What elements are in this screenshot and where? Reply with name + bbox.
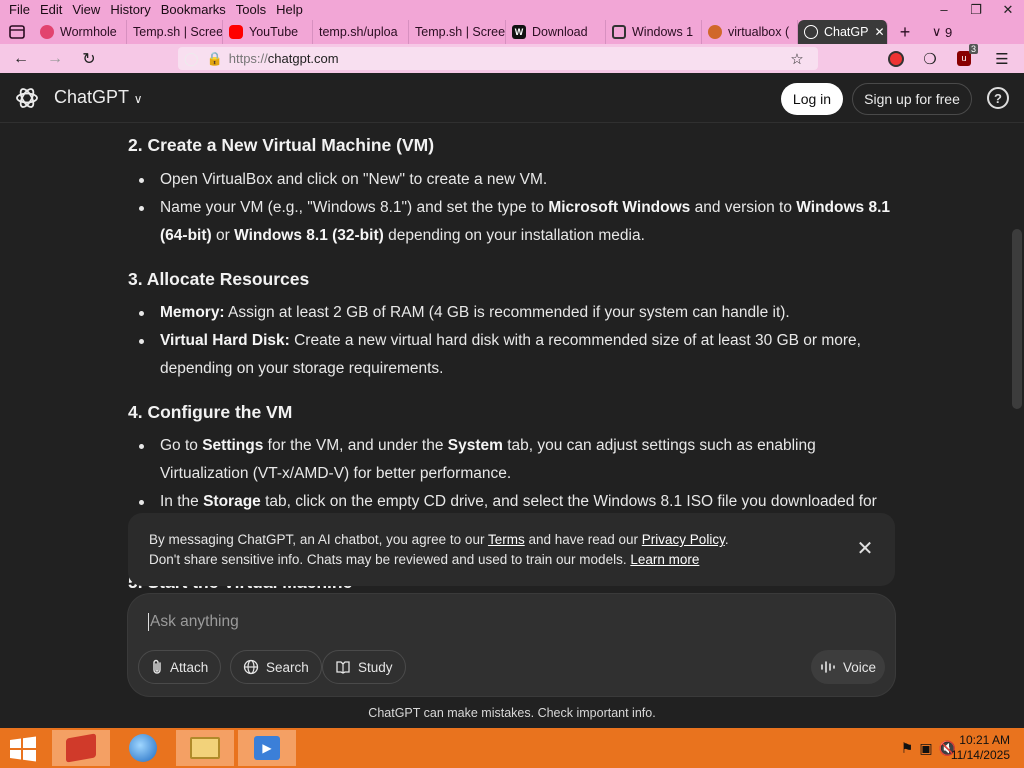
clock[interactable]: 10:21 AM 11/14/2025	[951, 733, 1010, 763]
login-button[interactable]: Log in	[781, 83, 843, 115]
minimize-icon[interactable]: –	[928, 0, 960, 20]
menu-view[interactable]: View	[67, 0, 105, 20]
menu-help[interactable]: Help	[271, 0, 308, 20]
taskbar-app-red[interactable]	[52, 730, 110, 766]
extensions-icon[interactable]: ❍	[914, 44, 946, 73]
new-tab-icon[interactable]: +	[888, 20, 922, 44]
url-text: https://chatgpt.com	[228, 51, 339, 66]
back-icon[interactable]: ←	[4, 44, 38, 73]
network-icon[interactable]: ▣	[919, 740, 932, 757]
close-window-icon[interactable]: ✕	[992, 0, 1024, 20]
tab-list-button[interactable]: ∨ 9	[922, 20, 962, 44]
tab-chatgpt[interactable]: ChatGP ✕	[798, 20, 888, 44]
timer-extension-icon[interactable]	[880, 44, 912, 73]
menu-file[interactable]: File	[4, 0, 35, 20]
attach-button[interactable]: Attach	[138, 650, 222, 684]
tab-tempsh-2[interactable]: Temp.sh | Scree	[409, 20, 506, 44]
chevron-down-icon: ∨	[133, 92, 143, 106]
close-tab-icon[interactable]: ✕	[874, 25, 884, 39]
globe-icon	[243, 659, 259, 675]
openai-logo-icon[interactable]	[14, 85, 40, 111]
menu-edit[interactable]: Edit	[35, 0, 67, 20]
hamburger-menu-icon[interactable]: ☰	[986, 44, 1018, 73]
close-icon[interactable]: ✕	[855, 539, 875, 559]
help-icon[interactable]: ?	[987, 87, 1009, 109]
terms-link[interactable]: Terms	[488, 532, 525, 547]
app-red-icon	[66, 733, 96, 763]
folder-icon	[190, 737, 220, 759]
paperclip-icon	[153, 659, 161, 674]
chatgpt-favicon-icon	[804, 25, 818, 39]
taskbar-media-player[interactable]: ▶	[238, 730, 296, 766]
section-heading: 4. Configure the VM	[128, 402, 293, 422]
lock-icon[interactable]: 🔒	[207, 51, 223, 67]
download-favicon-icon: W	[512, 25, 526, 39]
signup-button[interactable]: Sign up for free	[852, 83, 972, 115]
voice-button[interactable]: Voice	[811, 650, 885, 684]
tab-virtualbox[interactable]: virtualbox (	[702, 20, 798, 44]
tab-bar: Wormhole Temp.sh | Scree YouTube temp.sh…	[0, 20, 1024, 44]
taskbar-app-browser[interactable]	[114, 730, 172, 766]
section-heading: 3. Allocate Resources	[128, 269, 310, 289]
tab-windows[interactable]: Windows 1	[606, 20, 702, 44]
shield-icon[interactable]: ◯	[184, 51, 199, 67]
consent-text: By messaging ChatGPT, an AI chatbot, you…	[149, 532, 729, 567]
study-button[interactable]: Study	[322, 650, 406, 684]
virtualbox-favicon-icon	[708, 25, 722, 39]
url-bar[interactable]: ◯ 🔒 https://chatgpt.com	[178, 47, 818, 70]
taskbar-file-explorer[interactable]	[176, 730, 234, 766]
system-tray: ⚑ ▣ 🔇	[901, 740, 956, 757]
consent-banner: By messaging ChatGPT, an AI chatbot, you…	[128, 513, 895, 586]
prompt-input[interactable]: Ask anything	[148, 613, 239, 631]
menubar: File Edit View History Bookmarks Tools H…	[0, 0, 1024, 20]
chevron-down-icon: ∨	[931, 24, 942, 39]
menu-bookmarks[interactable]: Bookmarks	[156, 0, 231, 20]
disclaimer-text: ChatGPT can make mistakes. Check importa…	[368, 706, 656, 720]
media-player-icon: ▶	[254, 736, 280, 760]
list-item: Open VirtualBox and click on "New" to cr…	[139, 166, 908, 194]
menu-history[interactable]: History	[105, 0, 155, 20]
app-globe-icon	[129, 734, 157, 762]
youtube-favicon-icon	[229, 25, 243, 39]
list-item: In the Storage tab, click on the empty C…	[139, 488, 908, 516]
tab-tempsh-upload[interactable]: temp.sh/uploa	[313, 20, 409, 44]
chatgpt-header: ChatGPT ∨ Log in Sign up for free ?	[0, 73, 1024, 123]
tab-overview-icon[interactable]	[0, 20, 34, 44]
book-icon	[336, 661, 350, 674]
section-heading: 2. Create a New Virtual Machine (VM)	[128, 135, 435, 155]
tab-wormhole[interactable]: Wormhole	[34, 20, 127, 44]
tab-download[interactable]: W Download	[506, 20, 606, 44]
bookmark-star-icon[interactable]: ☆	[781, 44, 813, 73]
taskbar: ▶ ⚑ ▣ 🔇 10:21 AM 11/14/2025	[0, 728, 1024, 768]
tab-youtube[interactable]: YouTube	[223, 20, 313, 44]
composer: Ask anything Attach Search Study Voice	[128, 594, 895, 696]
list-item: Virtual Hard Disk: Create a new virtual …	[139, 327, 908, 383]
learn-more-link[interactable]: Learn more	[630, 552, 699, 567]
windows-favicon-icon	[612, 25, 626, 39]
wormhole-favicon-icon	[40, 25, 54, 39]
menu-tools[interactable]: Tools	[231, 0, 271, 20]
restore-icon[interactable]: ❐	[960, 0, 992, 20]
waveform-icon	[821, 661, 835, 673]
tab-tempsh-1[interactable]: Temp.sh | Scree	[127, 20, 223, 44]
flag-icon[interactable]: ⚑	[901, 740, 914, 757]
list-item: Name your VM (e.g., "Windows 8.1") and s…	[139, 194, 908, 250]
scrollbar[interactable]	[1012, 229, 1022, 409]
windows-start-icon[interactable]	[8, 736, 38, 762]
list-item: Memory: Assign at least 2 GB of RAM (4 G…	[139, 299, 908, 327]
list-item: Go to Settings for the VM, and under the…	[139, 432, 908, 488]
browser-chrome: File Edit View History Bookmarks Tools H…	[0, 0, 1024, 73]
forward-icon[interactable]: →	[38, 44, 72, 73]
ublock-icon[interactable]: u3	[948, 44, 980, 73]
reload-icon[interactable]: ↻	[72, 44, 106, 73]
nav-bar: ← → ↻ ◯ 🔒 https://chatgpt.com ☆ ❍ u3 ☰	[0, 44, 1024, 73]
privacy-policy-link[interactable]: Privacy Policy	[642, 532, 725, 547]
search-button[interactable]: Search	[230, 650, 322, 684]
model-selector[interactable]: ChatGPT ∨	[54, 87, 143, 108]
